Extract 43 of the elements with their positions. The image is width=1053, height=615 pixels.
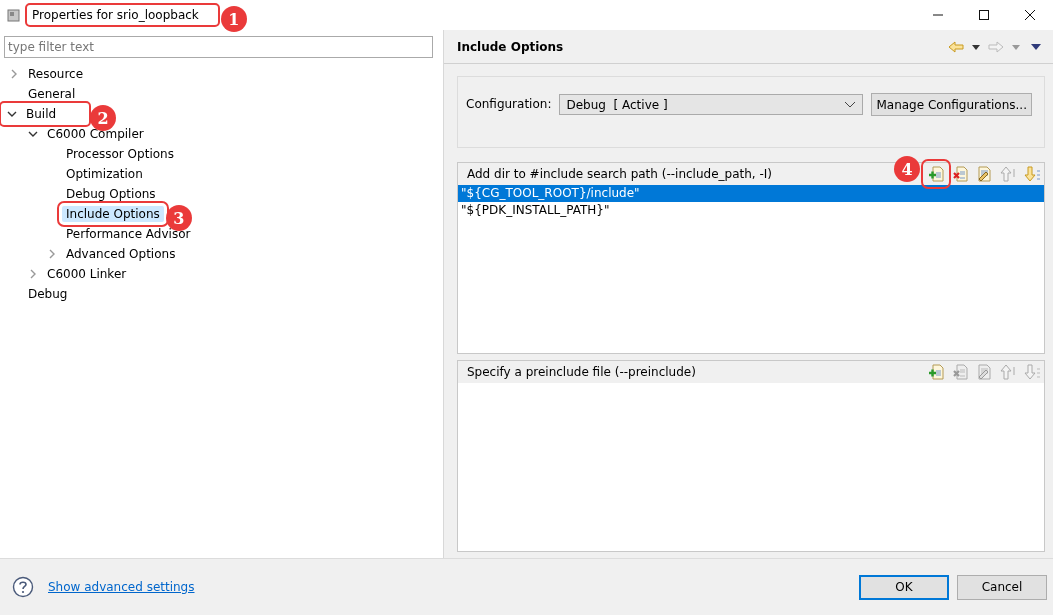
list-title: Add dir to #include search path (--include_path, -I) [467, 167, 772, 181]
delete-button[interactable] [950, 164, 970, 184]
document-pencil-icon [976, 166, 992, 182]
filter-field[interactable]: type filter text [4, 36, 433, 58]
dialog-button[interactable]: OK [859, 574, 949, 600]
down-arrow-icon [1024, 166, 1040, 182]
help-icon [12, 576, 34, 598]
tree-item[interactable]: General [24, 86, 80, 102]
maximize-icon [977, 9, 991, 21]
tree-item[interactable]: Build [22, 106, 61, 122]
list-item[interactable]: "${CG_TOOL_ROOT}/include" [458, 185, 1044, 202]
configuration-label: Configuration: [466, 97, 552, 111]
add-button[interactable] [926, 362, 946, 382]
move-down-button[interactable] [1022, 164, 1042, 184]
manage-configurations-button[interactable]: Manage Configurations... [871, 93, 1032, 116]
list-title: Specify a preinclude file (--preinclude) [467, 365, 696, 379]
annotation-badge: 4 [894, 156, 920, 182]
page-title: Include Options [457, 39, 564, 54]
document-cross-icon [952, 166, 968, 182]
chevron-down-icon [844, 100, 857, 109]
tree-item[interactable]: Advanced Options [62, 246, 180, 262]
document-plus-icon [928, 364, 944, 380]
advanced-settings-link[interactable]: Show advanced settings [48, 580, 195, 594]
down-arrow-icon [1024, 364, 1040, 380]
up-arrow-icon [1000, 364, 1016, 380]
tree-item[interactable]: Resource [24, 66, 88, 82]
left-arrow-icon [948, 40, 964, 53]
tree-item[interactable]: Debug Options [62, 186, 160, 202]
tree-item[interactable]: C6000 Linker [43, 266, 131, 282]
document-plus-icon [928, 166, 944, 182]
configuration-dropdown[interactable]: Debug [ Active ] [559, 94, 864, 115]
tree-item[interactable]: Optimization [62, 166, 147, 182]
tree-item[interactable]: Processor Options [62, 146, 178, 162]
right-arrow-icon [988, 40, 1004, 53]
document-cross-icon [952, 364, 968, 380]
up-arrow-icon [1000, 166, 1016, 182]
list-item[interactable]: "${PDK_INSTALL_PATH}" [458, 202, 1044, 219]
annotation-badge: 1 [220, 6, 247, 32]
document-pencil-icon [976, 364, 992, 380]
close-icon [1023, 9, 1037, 21]
dialog-button[interactable]: Cancel [957, 574, 1047, 600]
app-icon [6, 7, 22, 23]
tree-item[interactable]: Debug [24, 286, 72, 302]
